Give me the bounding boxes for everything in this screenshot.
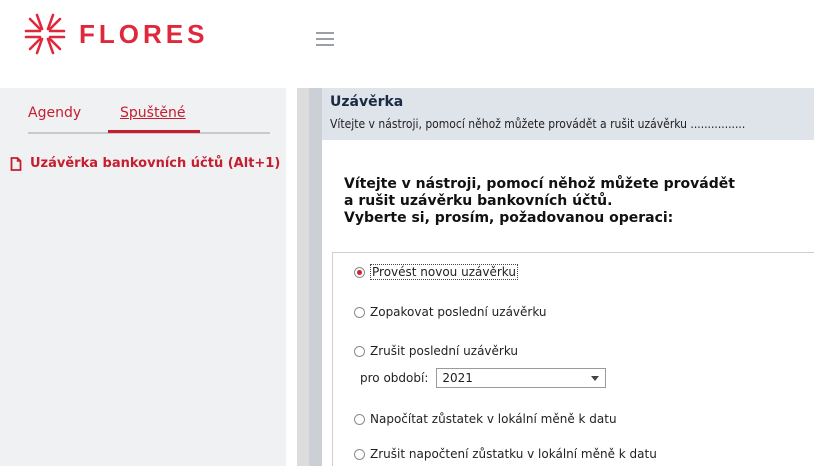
- period-value: 2021: [442, 371, 473, 385]
- logo-text: FLORES: [79, 19, 209, 49]
- radio-button[interactable]: [354, 266, 365, 278]
- sidebar-tabs: Agendy Spuštěné: [28, 102, 270, 134]
- option-cancel-last[interactable]: Zrušit poslední uzávěrku: [354, 344, 518, 358]
- welcome-line: Vyberte si, prosím, požadovanou operaci:: [344, 210, 674, 226]
- sidebar-item-uzaverka[interactable]: Uzávěrka bankovních účtů (Alt+1): [10, 156, 280, 171]
- sidebar-divider: [297, 88, 309, 466]
- option-label: Napočítat zůstatek v lokální měně k datu: [370, 412, 617, 426]
- panel-edge: [309, 88, 322, 466]
- period-label: pro období:: [360, 371, 429, 385]
- option-repeat-last[interactable]: Zopakovat poslední uzávěrku: [354, 305, 547, 319]
- period-select[interactable]: 2021: [436, 368, 607, 388]
- sidebar: Agendy Spuštěné Uzávěrka bankovních účtů…: [0, 88, 286, 466]
- flores-logo-icon: [24, 13, 66, 55]
- panel-header: Uzávěrka Vítejte v nástroji, pomocí něho…: [322, 88, 814, 140]
- active-tab-indicator: [108, 130, 200, 133]
- options-frame-left: [332, 252, 333, 466]
- option-label: Zopakovat poslední uzávěrku: [370, 305, 547, 319]
- radio-button[interactable]: [354, 448, 365, 460]
- option-label: Provést novou uzávěrku: [370, 264, 518, 280]
- option-label: Zrušit poslední uzávěrku: [370, 344, 519, 358]
- radio-button[interactable]: [354, 345, 365, 357]
- sidebar-item-label: Uzávěrka bankovních účtů (Alt+1): [30, 156, 281, 171]
- welcome-line: a rušit uzávěrku bankovních účtů.: [344, 193, 613, 209]
- document-icon: [10, 156, 22, 171]
- tab-spustene[interactable]: Spuštěné: [120, 105, 186, 121]
- page-subtitle: Vítejte v nástroji, pomocí něhož můžete …: [330, 117, 746, 131]
- options-frame-top: [332, 252, 814, 253]
- option-new-closing[interactable]: Provést novou uzávěrku: [354, 264, 518, 280]
- period-row: pro období: 2021: [360, 368, 607, 388]
- tab-agendy[interactable]: Agendy: [28, 105, 81, 121]
- radio-button[interactable]: [354, 306, 365, 318]
- page-title: Uzávěrka: [330, 94, 404, 110]
- radio-button[interactable]: [354, 413, 365, 425]
- option-cancel-balance[interactable]: Zrušit napočtení zůstatku v lokální měně…: [354, 447, 657, 461]
- welcome-text: Vítejte v nástroji, pomocí něhož můžete …: [344, 176, 784, 227]
- welcome-line: Vítejte v nástroji, pomocí něhož můžete …: [344, 176, 735, 192]
- flores-logo: FLORES: [23, 12, 208, 56]
- option-label: Zrušit napočtení zůstatku v lokální měně…: [370, 447, 657, 461]
- option-compute-balance[interactable]: Napočítat zůstatek v lokální měně k datu: [354, 412, 617, 426]
- menu-hamburger-icon[interactable]: [316, 32, 334, 46]
- chevron-down-icon: [591, 376, 600, 381]
- wizard-content: Vítejte v nástroji, pomocí něhož můžete …: [322, 150, 814, 466]
